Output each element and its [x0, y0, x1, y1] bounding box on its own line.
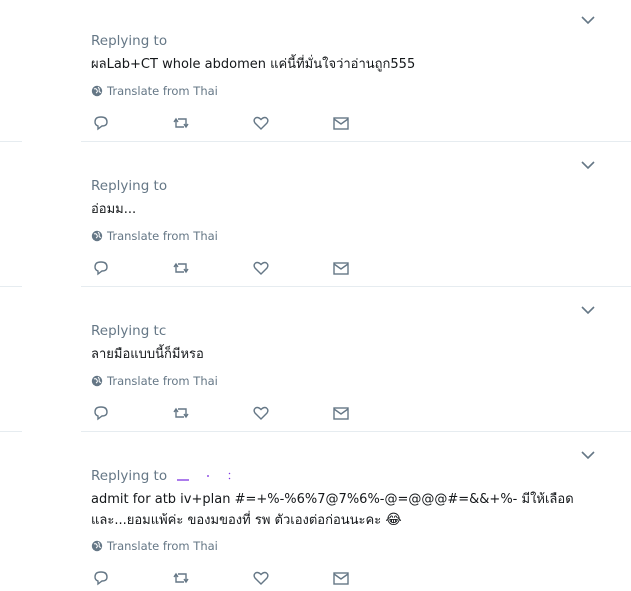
translate-label: Translate from Thai: [107, 229, 218, 243]
retweet-icon: [173, 407, 189, 419]
reply-icon: [94, 571, 108, 586]
tweet-actions: [92, 114, 392, 134]
reply-button[interactable]: [92, 259, 112, 279]
heart-icon: [253, 261, 269, 275]
like-button[interactable]: [252, 259, 272, 279]
chevron-down-icon[interactable]: [581, 10, 595, 25]
reply-tweet[interactable]: Replying to admit for atb iv+plan #=+%-%…: [81, 435, 631, 586]
retweet-button[interactable]: [172, 259, 192, 279]
reply-button[interactable]: [92, 569, 112, 589]
joy-emoji-icon: 😂: [385, 512, 402, 528]
divider: [0, 286, 631, 287]
tweet-actions: [92, 259, 392, 279]
divider: [0, 431, 631, 432]
tweet-actions: [92, 404, 392, 424]
reply-icon: [94, 406, 108, 421]
retweet-button[interactable]: [172, 404, 192, 424]
like-button[interactable]: [252, 569, 272, 589]
reply-icon: [94, 261, 108, 276]
retweet-icon: [173, 262, 189, 274]
translate-link[interactable]: Translate from Thai: [91, 84, 218, 98]
chevron-down-icon[interactable]: [581, 300, 595, 315]
translate-label: Translate from Thai: [107, 374, 218, 388]
reply-tweet[interactable]: Replying tc ลายมือแบบนี้ก็มีหรอ Translat…: [81, 290, 631, 431]
translate-link[interactable]: Translate from Thai: [91, 374, 218, 388]
reply-button[interactable]: [92, 404, 112, 424]
mail-icon: [333, 572, 349, 585]
reply-tweet[interactable]: Replying to ผลLab+CT whole abdomen แค่นี…: [81, 0, 631, 141]
tweet-text: ผลLab+CT whole abdomen แค่นี้ที่มั่นใจว่…: [91, 57, 416, 72]
replying-to-label: Replying to: [91, 468, 241, 484]
dm-button[interactable]: [332, 569, 352, 589]
globe-icon: [91, 375, 103, 387]
globe-icon: [91, 85, 103, 97]
translate-link[interactable]: Translate from Thai: [91, 229, 218, 243]
mail-icon: [333, 407, 349, 420]
retweet-button[interactable]: [172, 114, 192, 134]
retweet-icon: [173, 117, 189, 129]
like-button[interactable]: [252, 114, 272, 134]
replying-to-label: Replying to: [91, 33, 168, 49]
redacted-handle[interactable]: [171, 469, 241, 483]
like-button[interactable]: [252, 404, 272, 424]
divider: [0, 141, 631, 142]
globe-icon: [91, 230, 103, 242]
dm-button[interactable]: [332, 404, 352, 424]
replying-to-label: Replying to: [91, 178, 168, 194]
chevron-down-icon[interactable]: [581, 155, 595, 170]
chevron-down-icon[interactable]: [581, 445, 595, 460]
tweet-actions: [92, 569, 392, 589]
dm-button[interactable]: [332, 114, 352, 134]
reply-feed: Replying to ผลLab+CT whole abdomen แค่นี…: [0, 0, 631, 586]
mail-icon: [333, 262, 349, 275]
tweet-text-line: admit for atb iv+plan #=+%-%6%7@7%6%-@=@…: [91, 492, 574, 507]
heart-icon: [253, 406, 269, 420]
replying-to-label: Replying tc: [91, 323, 167, 339]
tweet-text: อ่อมม...: [91, 202, 137, 217]
translate-label: Translate from Thai: [107, 84, 218, 98]
globe-icon: [91, 540, 103, 552]
reply-tweet[interactable]: Replying to อ่อมม... Translate from Thai: [81, 145, 631, 286]
heart-icon: [253, 571, 269, 585]
dm-button[interactable]: [332, 259, 352, 279]
replying-to-text: Replying to: [91, 468, 168, 484]
tweet-text: admit for atb iv+plan #=+%-%6%7@7%6%-@=@…: [91, 489, 591, 531]
heart-icon: [253, 116, 269, 130]
translate-link[interactable]: Translate from Thai: [91, 539, 218, 553]
retweet-button[interactable]: [172, 569, 192, 589]
translate-label: Translate from Thai: [107, 539, 218, 553]
tweet-text-segment: และ...ยอมแพ้ค่ะ ของมของที่ รพ ตัวเองต่อก…: [91, 513, 382, 528]
reply-button[interactable]: [92, 114, 112, 134]
reply-icon: [94, 116, 108, 131]
mail-icon: [333, 117, 349, 130]
retweet-icon: [173, 572, 189, 584]
tweet-text-line: และ...ยอมแพ้ค่ะ ของมของที่ รพ ตัวเองต่อก…: [91, 510, 591, 531]
tweet-text: ลายมือแบบนี้ก็มีหรอ: [91, 347, 204, 362]
